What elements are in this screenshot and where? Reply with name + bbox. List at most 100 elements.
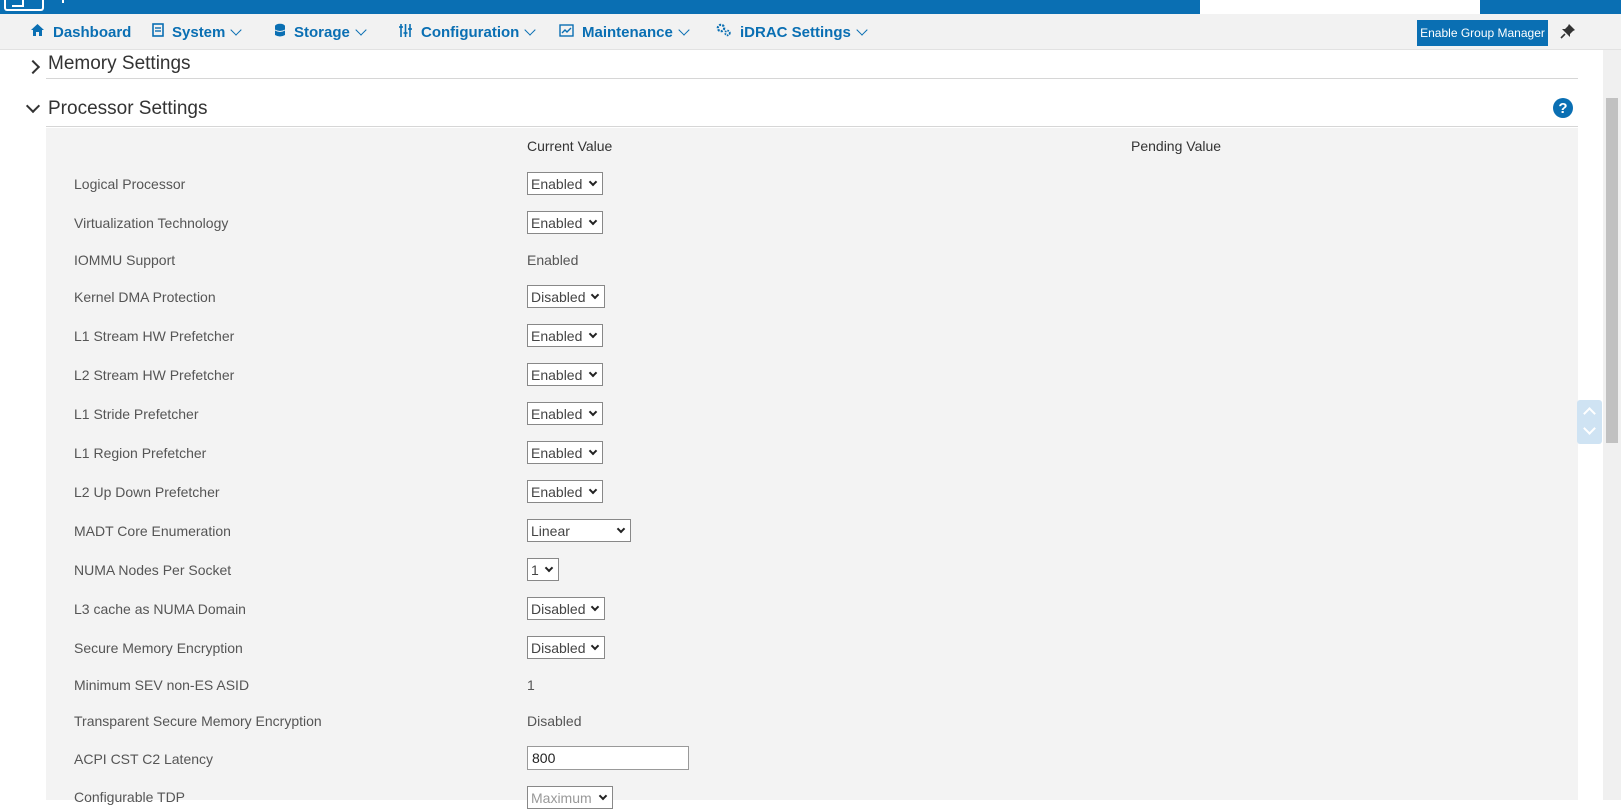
select-value: 1: [531, 561, 539, 578]
l1-region-prefetcher-select[interactable]: Enabled: [527, 441, 603, 464]
transparent-secure-memory-encryption-value: Disabled: [527, 713, 582, 729]
chevron-right-icon: [25, 59, 41, 75]
chevron-down-icon: [616, 524, 626, 534]
row-label-l1-stream-hw-prefetcher: L1 Stream HW Prefetcher: [74, 328, 235, 344]
l1-stream-hw-prefetcher-select[interactable]: Enabled: [527, 324, 603, 347]
banner-divider: [62, 0, 64, 3]
chevron-down-icon[interactable]: [1583, 422, 1596, 435]
chevron-down-icon: [590, 602, 600, 612]
chevron-down-icon: [598, 791, 608, 801]
chevron-down-icon: [588, 329, 598, 339]
row-label-secure-memory-encryption: Secure Memory Encryption: [74, 640, 243, 656]
numa-nodes-per-socket-select[interactable]: 1: [527, 558, 559, 581]
pending-value-header: Pending Value: [1131, 138, 1222, 154]
database-icon: [274, 23, 286, 42]
row-label-transparent-secure-memory-encryption: Transparent Secure Memory Encryption: [74, 713, 322, 729]
row-label-acpi-cst-c2-latency: ACPI CST C2 Latency: [74, 751, 214, 767]
nav-maintenance-label: Maintenance: [582, 23, 673, 41]
pin-icon[interactable]: [1560, 23, 1580, 43]
scroll-jump-control[interactable]: [1577, 400, 1602, 444]
chevron-down-icon: [588, 485, 598, 495]
chart-icon: [559, 23, 574, 41]
row-label-madt-core-enumeration: MADT Core Enumeration: [74, 523, 231, 539]
row-label-logical-processor: Logical Processor: [74, 176, 186, 192]
madt-core-enumeration-select[interactable]: Linear: [527, 519, 631, 542]
select-value: Enabled: [531, 175, 583, 192]
select-value: Linear: [531, 522, 570, 539]
l2-stream-hw-prefetcher-select[interactable]: Enabled: [527, 363, 603, 386]
row-label-l2-stream-hw-prefetcher: L2 Stream HW Prefetcher: [74, 367, 235, 383]
acpi-cst-c2-latency-input[interactable]: 800: [527, 746, 689, 770]
nav-storage-label: Storage: [294, 23, 350, 41]
select-value: Enabled: [531, 327, 583, 344]
l3-cache-as-numa-domain-select[interactable]: Disabled: [527, 597, 605, 620]
select-value: Enabled: [531, 214, 583, 231]
chevron-down-icon: [524, 23, 536, 36]
processor-settings-panel: [46, 128, 1578, 800]
select-value: Disabled: [531, 639, 586, 656]
divider: [46, 78, 1578, 79]
nav-system-label: System: [172, 23, 226, 41]
nav-dashboard-label: Dashboard: [53, 23, 132, 41]
logical-processor-select[interactable]: Enabled: [527, 172, 603, 195]
select-value: Maximum: [531, 789, 592, 806]
chevron-down-icon: [588, 177, 598, 187]
configurable-tdp-select[interactable]: Maximum: [527, 786, 613, 809]
row-label-l1-region-prefetcher: L1 Region Prefetcher: [74, 445, 207, 461]
minimum-sev-non-es-asid-value: 1: [527, 677, 535, 693]
main-nav: Dashboard System Storage Configuration M…: [0, 14, 1621, 50]
select-value: Disabled: [531, 600, 586, 617]
chevron-down-icon: [588, 446, 598, 456]
l2-up-down-prefetcher-select[interactable]: Enabled: [527, 480, 603, 503]
memory-settings-title: Memory Settings: [48, 53, 191, 74]
row-label-numa-nodes-per-socket: NUMA Nodes Per Socket: [74, 562, 232, 578]
chevron-down-icon: [588, 216, 598, 226]
row-label-iommu-support: IOMMU Support: [74, 252, 176, 268]
vertical-scrollbar[interactable]: [1603, 50, 1621, 800]
chevron-down-icon: [588, 368, 598, 378]
select-value: Enabled: [531, 444, 583, 461]
iommu-support-value: Enabled: [527, 252, 579, 268]
secure-memory-encryption-select[interactable]: Disabled: [527, 636, 605, 659]
server-icon: [152, 23, 164, 41]
row-label-l3-cache-as-numa-domain: L3 cache as NUMA Domain: [74, 601, 246, 617]
row-label-virtualization-technology: Virtualization Technology: [74, 215, 229, 231]
gears-icon: [716, 23, 732, 41]
processor-settings-header[interactable]: Processor Settings: [0, 94, 1580, 124]
row-label-l1-stride-prefetcher: L1 Stride Prefetcher: [74, 406, 199, 422]
sliders-icon: [398, 23, 413, 42]
nav-idrac-settings[interactable]: iDRAC Settings: [716, 14, 868, 50]
chevron-down-icon: [544, 563, 554, 573]
chevron-down-icon: [678, 23, 690, 36]
select-value: Disabled: [531, 288, 586, 305]
top-banner: [0, 0, 1621, 14]
help-icon[interactable]: ?: [1553, 98, 1573, 118]
chevron-up-icon[interactable]: [1583, 407, 1596, 420]
processor-settings-title: Processor Settings: [48, 98, 208, 119]
chevron-down-icon: [230, 23, 243, 36]
select-value: Enabled: [531, 483, 583, 500]
chevron-down-icon: [856, 23, 868, 36]
kernel-dma-protection-select[interactable]: Disabled: [527, 285, 605, 308]
virtualization-technology-select[interactable]: Enabled: [527, 211, 603, 234]
home-icon: [30, 23, 45, 41]
l1-stride-prefetcher-select[interactable]: Enabled: [527, 402, 603, 425]
row-label-configurable-tdp: Configurable TDP: [74, 789, 186, 805]
nav-configuration[interactable]: Configuration: [398, 14, 536, 50]
chevron-down-icon: [25, 98, 41, 114]
nav-dashboard[interactable]: Dashboard: [30, 14, 131, 50]
search-input[interactable]: [1200, 0, 1480, 14]
chevron-down-icon: [588, 407, 598, 417]
divider: [46, 126, 1578, 127]
nav-maintenance[interactable]: Maintenance: [559, 14, 690, 50]
nav-storage[interactable]: Storage: [274, 14, 367, 50]
row-label-minimum-sev-non-es-asid: Minimum SEV non-ES ASID: [74, 677, 250, 693]
chevron-down-icon: [355, 23, 367, 36]
idrac-logo-icon: [4, 0, 44, 11]
row-label-kernel-dma-protection: Kernel DMA Protection: [74, 289, 216, 305]
nav-idrac-settings-label: iDRAC Settings: [740, 23, 851, 41]
nav-system[interactable]: System: [152, 14, 243, 50]
scrollbar-thumb[interactable]: [1606, 98, 1618, 443]
row-label-l2-up-down-prefetcher: L2 Up Down Prefetcher: [74, 484, 220, 500]
enable-group-manager-button[interactable]: Enable Group Manager: [1417, 20, 1548, 46]
